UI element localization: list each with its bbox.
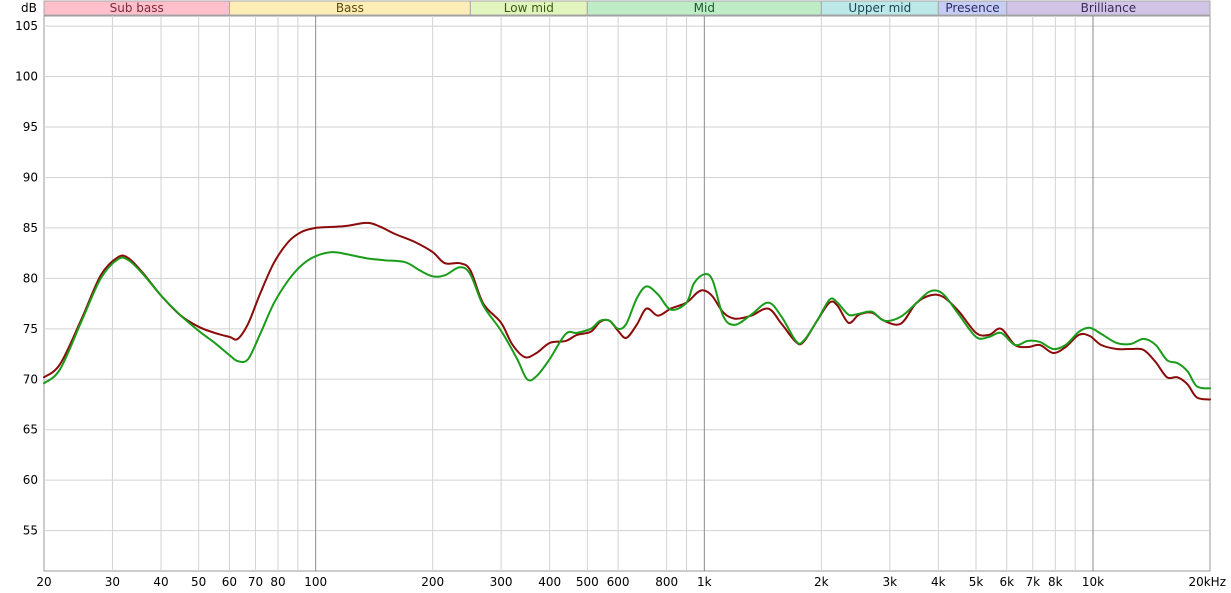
band-label: Brilliance (1081, 1, 1136, 15)
x-tick-label: 400 (538, 575, 561, 589)
y-tick-label: 95 (23, 120, 38, 134)
band-label: Presence (945, 1, 999, 15)
x-tick-label: 600 (607, 575, 630, 589)
y-tick-label: 60 (23, 473, 38, 487)
y-tick-label: 65 (23, 423, 38, 437)
x-tick-label: 6k (999, 575, 1014, 589)
x-tick-label: 20 (36, 575, 51, 589)
y-tick-label: 100 (15, 70, 38, 84)
x-tick-label: 7k (1025, 575, 1040, 589)
x-tick-label: 50 (191, 575, 206, 589)
x-tick-label: 2k (814, 575, 829, 589)
x-tick-label: 70 (248, 575, 263, 589)
x-tick-label: 40 (153, 575, 168, 589)
x-tick-label: 800 (655, 575, 678, 589)
band-label: Upper mid (848, 1, 911, 15)
x-tick-label: 200 (421, 575, 444, 589)
band-label: Sub bass (110, 1, 164, 15)
y-tick-label: 75 (23, 322, 38, 336)
x-tick-label: 4k (931, 575, 946, 589)
y-tick-label: 90 (23, 170, 38, 184)
x-tick-label: 100 (304, 575, 327, 589)
x-tick-label: 5k (969, 575, 984, 589)
x-tick-label: 500 (576, 575, 599, 589)
band-label: Mid (694, 1, 715, 15)
x-tick-label: 1k (697, 575, 712, 589)
y-tick-label: 105 (15, 19, 38, 33)
x-tick-label: 3k (882, 575, 897, 589)
frequency-bands: Sub bass Bass Low mid Mid Upper mid Presence B… (43, 0, 1211, 16)
x-tick-label: 60 (222, 575, 237, 589)
plot-area (43, 15, 1211, 572)
x-tick-label: 300 (490, 575, 513, 589)
band-label: Bass (336, 1, 364, 15)
frequency-response-chart: Sub bass Bass Low mid Mid Upper mid Presence B… (15, 0, 1226, 589)
y-tick-label: 55 (23, 524, 38, 538)
x-tick-label: 80 (270, 575, 285, 589)
x-tick-label: 20kHz (1188, 575, 1226, 589)
y-tick-label: 70 (23, 372, 38, 386)
x-tick-label: 30 (105, 575, 120, 589)
x-tick-label: 10k (1082, 575, 1104, 589)
x-tick-label: 8k (1048, 575, 1063, 589)
y-tick-label: 80 (23, 271, 38, 285)
y-tick-label: 85 (23, 221, 38, 235)
y-axis-label: dB (21, 1, 37, 15)
band-label: Low mid (504, 1, 554, 15)
